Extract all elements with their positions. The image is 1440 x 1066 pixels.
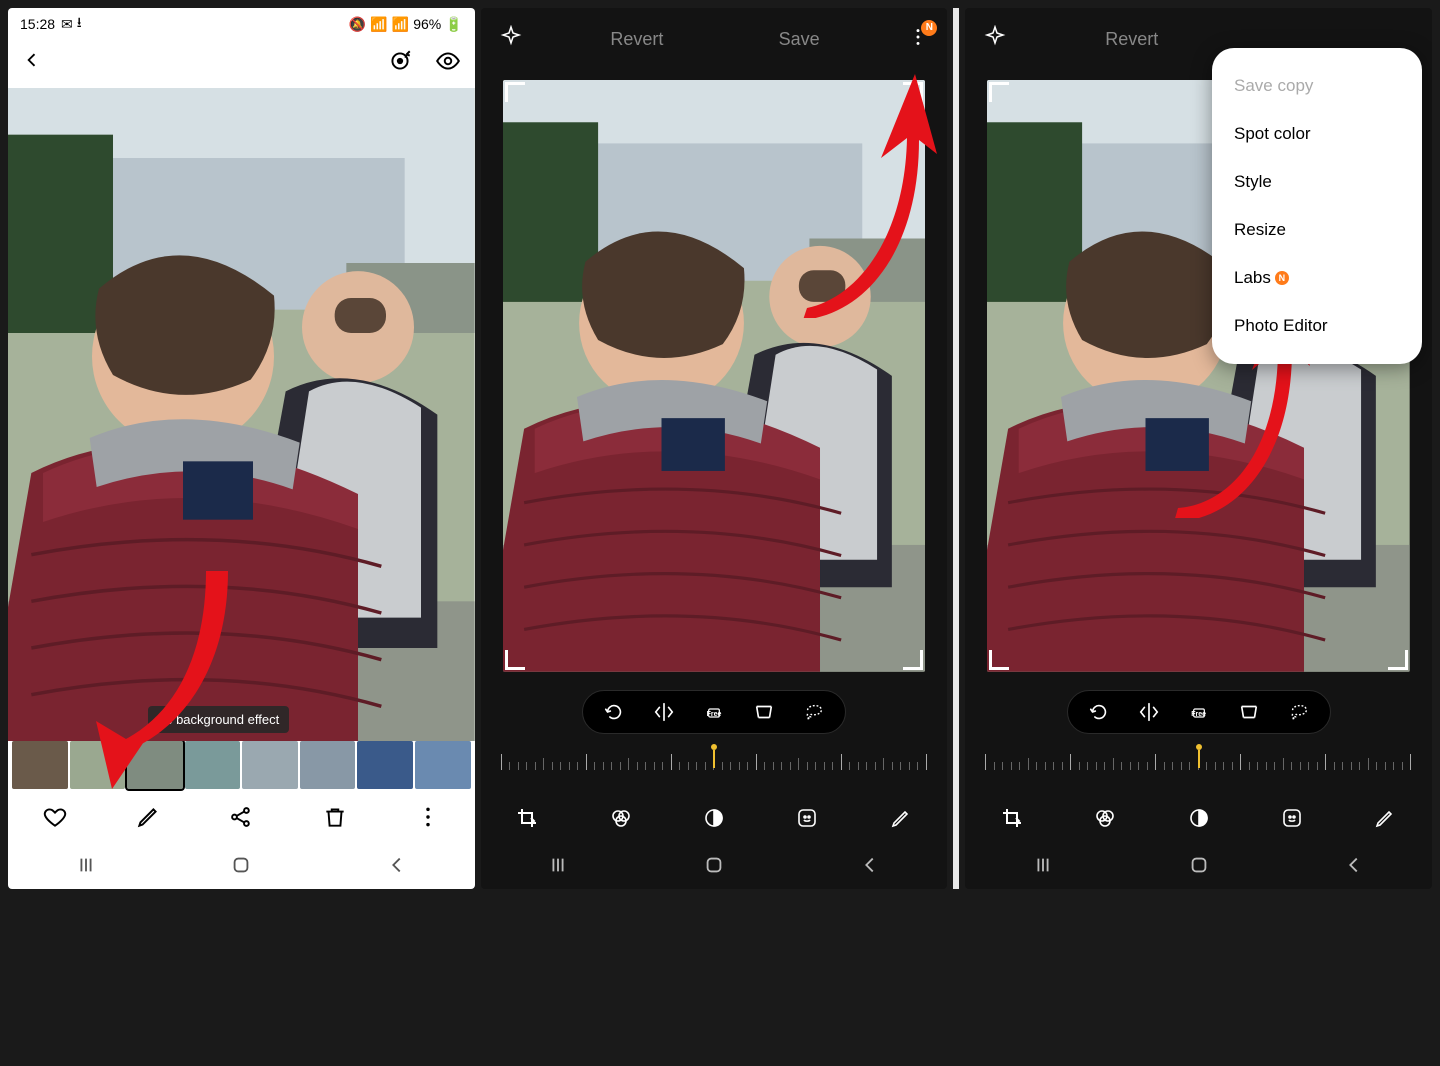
tab-filters[interactable] [608, 805, 634, 831]
nav-recents[interactable] [547, 854, 569, 881]
perspective-icon[interactable] [753, 701, 775, 723]
nav-home[interactable] [230, 854, 252, 881]
menu-spot-color[interactable]: Spot color [1212, 110, 1422, 158]
thumbnail-strip[interactable] [8, 741, 475, 789]
tab-crop[interactable] [514, 805, 540, 831]
nav-back[interactable] [1343, 854, 1365, 881]
favorite-button[interactable] [42, 804, 68, 830]
tab-tone[interactable] [701, 805, 727, 831]
editor-tabs [481, 791, 948, 845]
revert-button[interactable]: Revert [1105, 29, 1158, 50]
tab-stickers[interactable] [1279, 805, 1305, 831]
menu-labs[interactable]: Labs N [1212, 254, 1422, 302]
panel-editor: Revert Save N Free [481, 8, 948, 889]
new-badge: N [1275, 271, 1289, 285]
editor-tabs [965, 791, 1432, 845]
revert-button[interactable]: Revert [610, 29, 663, 50]
tab-filters[interactable] [1092, 805, 1118, 831]
editor-canvas[interactable] [503, 80, 926, 672]
rotate-icon[interactable] [603, 701, 625, 723]
tab-draw[interactable] [888, 805, 914, 831]
photo-viewer[interactable]: ge background effect [8, 88, 475, 741]
menu-photo-editor[interactable]: Photo Editor [1212, 302, 1422, 350]
share-button[interactable] [228, 804, 254, 830]
auto-enhance-icon[interactable] [983, 25, 1007, 54]
lasso-icon[interactable] [803, 701, 825, 723]
menu-resize[interactable]: Resize [1212, 206, 1422, 254]
save-button[interactable]: Save [779, 29, 820, 50]
lasso-icon[interactable] [1288, 701, 1310, 723]
nav-bar [481, 845, 948, 889]
crop-tool-pill: Free [1067, 690, 1331, 734]
aspect-free-icon[interactable]: Free [1188, 701, 1210, 723]
rotation-ruler[interactable] [985, 748, 1412, 776]
nav-home[interactable] [703, 854, 725, 881]
nav-bar [965, 845, 1432, 889]
ruler-marker [1196, 744, 1202, 750]
nav-recents[interactable] [75, 854, 97, 881]
menu-save-copy[interactable]: Save copy [1212, 62, 1422, 110]
flip-icon[interactable] [1138, 701, 1160, 723]
crop-tool-pill: Free [582, 690, 846, 734]
status-icons: 🔕📶📶 96%🔋 [349, 16, 463, 33]
ruler-marker [711, 744, 717, 750]
perspective-icon[interactable] [1238, 701, 1260, 723]
nav-back[interactable] [859, 854, 881, 881]
gallery-actions [8, 789, 475, 845]
back-button[interactable] [22, 49, 42, 77]
panel-divider [953, 8, 959, 889]
nav-bar [8, 845, 475, 889]
tab-tone[interactable] [1186, 805, 1212, 831]
editor-more-button[interactable]: N [907, 26, 929, 53]
menu-style[interactable]: Style [1212, 158, 1422, 206]
tab-crop[interactable] [999, 805, 1025, 831]
status-time: 15:28 [20, 16, 55, 32]
tab-stickers[interactable] [794, 805, 820, 831]
delete-button[interactable] [322, 804, 348, 830]
new-badge: N [921, 20, 937, 36]
auto-enhance-icon[interactable] [499, 25, 523, 54]
remaster-icon[interactable] [387, 48, 413, 79]
nav-back[interactable] [386, 854, 408, 881]
bixby-vision-icon[interactable] [435, 48, 461, 79]
tab-draw[interactable] [1372, 805, 1398, 831]
gallery-top-bar [8, 38, 475, 88]
flip-icon[interactable] [653, 701, 675, 723]
status-battery: 96% [413, 16, 441, 32]
nav-recents[interactable] [1032, 854, 1054, 881]
more-button[interactable] [415, 804, 441, 830]
editor-top-bar: Revert Save N [481, 8, 948, 70]
status-bar: 15:28 ✉⭳ 🔕📶📶 96%🔋 [8, 8, 475, 38]
edit-button[interactable] [135, 804, 161, 830]
rotate-icon[interactable] [1088, 701, 1110, 723]
rotation-ruler[interactable] [501, 748, 928, 776]
aspect-free-icon[interactable]: Free [703, 701, 725, 723]
background-effect-tooltip: ge background effect [148, 706, 289, 733]
panel-gallery: 15:28 ✉⭳ 🔕📶📶 96%🔋 ge background effect [8, 8, 475, 889]
overflow-menu: Save copy Spot color Style Resize Labs N… [1212, 48, 1422, 364]
nav-home[interactable] [1188, 854, 1210, 881]
panel-editor-menu: Revert Save copy Spot color Style Resize… [965, 8, 1432, 889]
